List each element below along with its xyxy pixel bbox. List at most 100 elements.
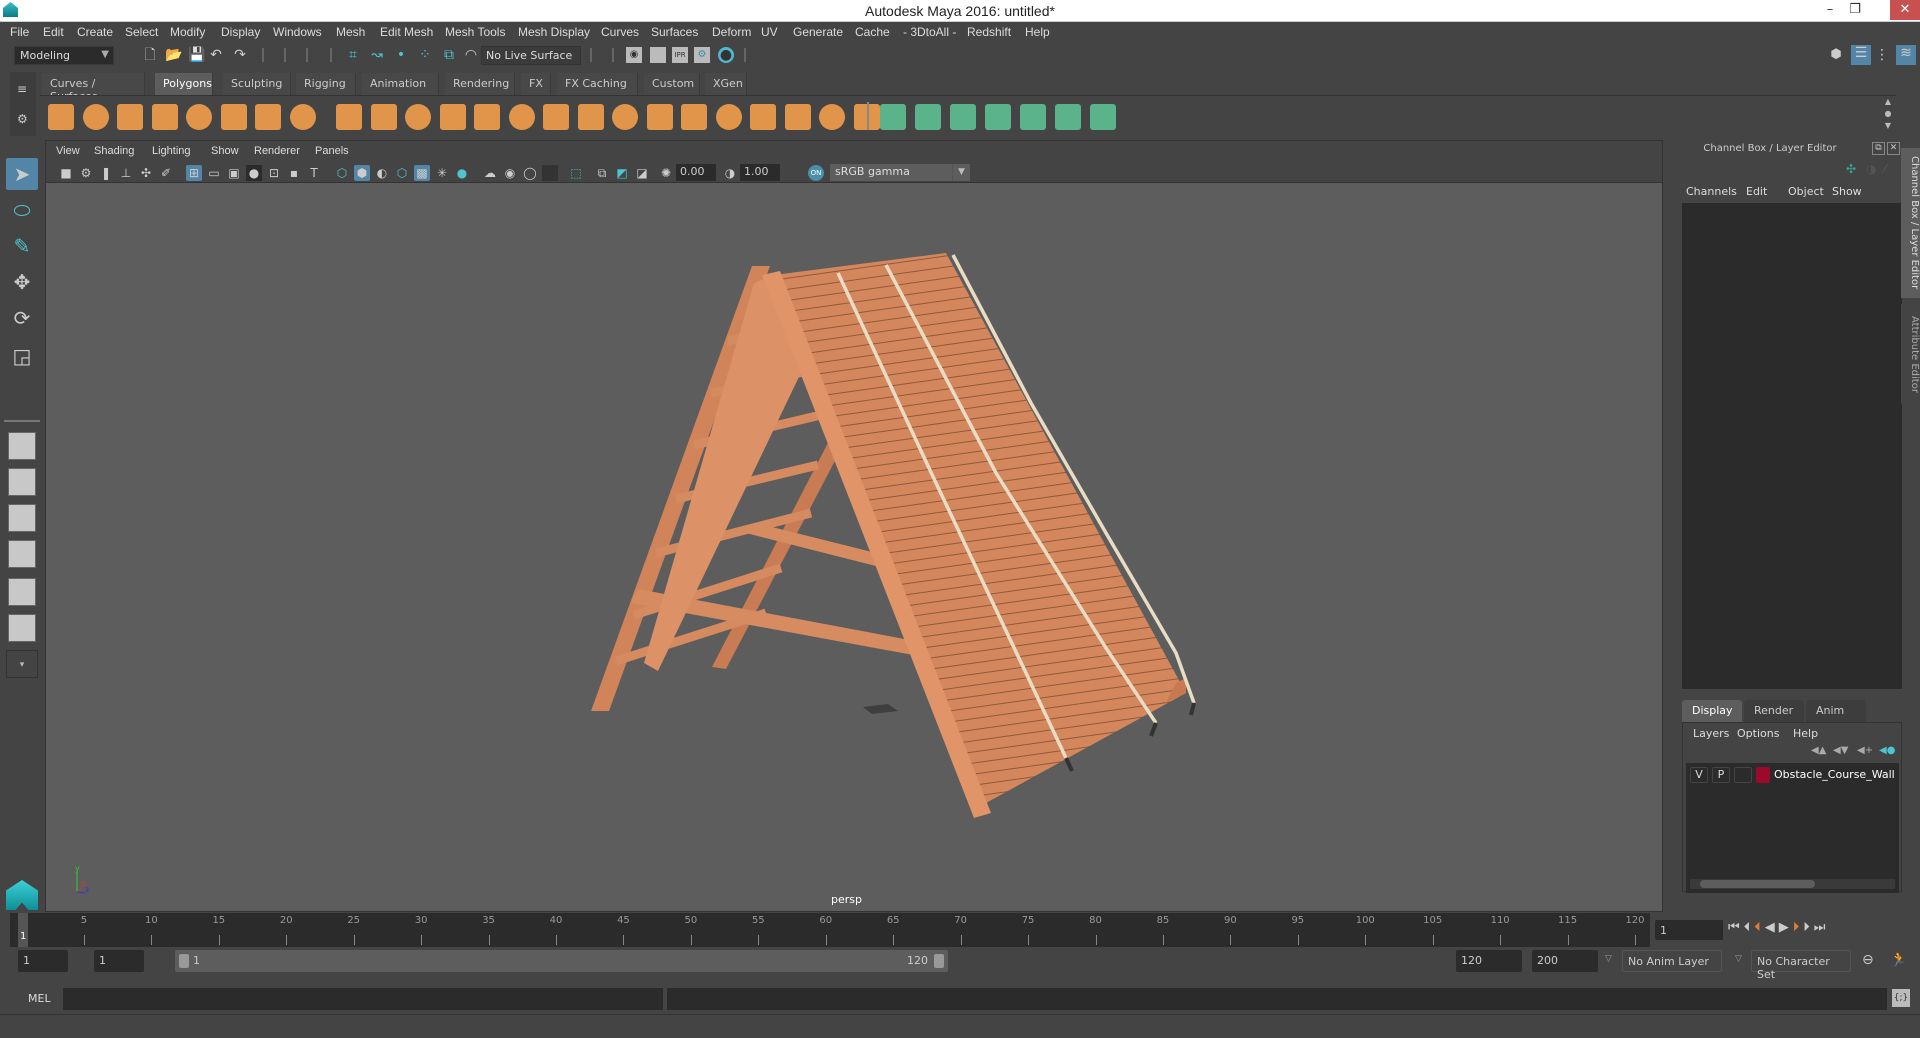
safe-title-icon[interactable]: T	[306, 165, 322, 181]
layer-visibility-toggle[interactable]: V	[1690, 767, 1708, 783]
field-chart-icon[interactable]: ⊡	[266, 165, 282, 181]
poly-plane-icon[interactable]	[186, 104, 212, 130]
tab-attribute-editor[interactable]: Attribute Editor	[1901, 304, 1920, 404]
shelf-tab-rendering[interactable]: Rendering	[445, 73, 515, 95]
outliner-persp-layout-icon[interactable]	[8, 504, 36, 532]
select-tool-icon[interactable]: ➤	[6, 158, 38, 190]
layer-row[interactable]: VP Obstacle_Course_Wall_C	[1690, 767, 1895, 785]
color-management-toggle-icon[interactable]: ON	[808, 165, 824, 181]
shelf-tab-animation[interactable]: Animation	[362, 73, 439, 95]
ipr-render-icon[interactable]: IPR	[672, 47, 688, 63]
menu-uv[interactable]: UV	[761, 25, 778, 39]
merge-icon[interactable]	[715, 104, 742, 130]
menu-set-dropdown[interactable]: Modeling ▼	[14, 46, 114, 65]
shelf-tab-sculpting[interactable]: Sculpting	[223, 73, 291, 95]
viewport-panel[interactable]: View Shading Lighting Show Renderer Panels ■ …	[45, 140, 1663, 912]
layer-color-swatch[interactable]	[1756, 767, 1770, 783]
character-set-dropdown-icon[interactable]: ▽	[1735, 954, 1742, 964]
menu-create[interactable]: Create	[77, 25, 113, 39]
tab-channel-box-layer-editor[interactable]: Channel Box / Layer Editor	[1901, 148, 1920, 298]
four-view-layout-icon[interactable]	[8, 468, 36, 496]
menu-generate[interactable]: Generate	[793, 25, 843, 39]
use-lights-icon[interactable]: ✳	[434, 165, 450, 181]
shelf-settings-icon[interactable]: ⚙	[17, 112, 28, 126]
anti-aliasing-icon[interactable]: ◯	[522, 165, 538, 181]
layer-playback-toggle[interactable]: P	[1712, 767, 1730, 783]
cylindrical-map-icon[interactable]	[915, 104, 941, 130]
shelf-scroll[interactable]: ▲ ● ▼	[1880, 96, 1896, 136]
new-layer-selected-icon[interactable]: ◀●	[1879, 745, 1895, 756]
menu-mesh[interactable]: Mesh	[336, 25, 365, 39]
play-backwards-icon[interactable]: ◀	[1765, 920, 1779, 935]
camera-attributes-icon[interactable]: ⚙	[78, 165, 94, 181]
go-to-start-icon[interactable]: ⏮	[1728, 920, 1744, 935]
poly-pipe-icon[interactable]	[289, 104, 316, 130]
auto-key-icon[interactable]: ⊖	[1862, 952, 1874, 968]
viewport-menu-panels[interactable]: Panels	[315, 145, 349, 157]
poly-cube-icon[interactable]	[82, 104, 109, 130]
step-forward-frame-icon[interactable]: ⏵	[1803, 920, 1814, 935]
step-back-frame-icon[interactable]: ⏴	[1744, 920, 1755, 935]
menu-mesh-tools[interactable]: Mesh Tools	[445, 25, 505, 39]
layer-name[interactable]: Obstacle_Course_Wall_C	[1774, 768, 1894, 781]
close-panel-icon[interactable]: ✕	[1887, 142, 1900, 155]
screen-space-ao-icon[interactable]: ☁	[482, 165, 498, 181]
move-tool-icon[interactable]: ✥	[6, 266, 38, 298]
gate-mask-icon[interactable]: ●	[246, 165, 262, 181]
layer-menu-options[interactable]: Options	[1737, 727, 1779, 740]
planar-map-icon[interactable]	[880, 104, 906, 130]
character-set-field[interactable]: No Character Set	[1751, 950, 1851, 981]
film-gate-icon[interactable]: ▭	[206, 165, 222, 181]
image-plane-icon[interactable]: ⊥	[118, 165, 134, 181]
menu-select[interactable]: Select	[125, 25, 158, 39]
manipulator-icon[interactable]: ✣	[1846, 162, 1856, 176]
separate-icon[interactable]	[370, 104, 397, 130]
shelf-tab-polygons[interactable]: Polygons	[155, 73, 213, 95]
gamma-icon[interactable]: ◑	[722, 165, 738, 181]
image-display-icon[interactable]: ◪	[634, 165, 650, 181]
script-editor-icon[interactable]: {;}	[1892, 989, 1910, 1007]
gamma-field[interactable]: 1.00	[740, 164, 780, 181]
layer-tab-display[interactable]: Display	[1682, 700, 1742, 722]
redo-icon[interactable]: ↷	[232, 47, 248, 63]
channel-box-menu-edit[interactable]: Edit	[1746, 185, 1767, 198]
spherical-map-icon[interactable]	[950, 104, 976, 130]
play-forwards-icon[interactable]: ▶	[1779, 920, 1793, 935]
exposure-icon[interactable]: ✺	[658, 165, 674, 181]
2d-pan-zoom-icon[interactable]: ✣	[138, 165, 154, 181]
poly-torus-icon[interactable]	[220, 104, 247, 130]
multi-cut-icon[interactable]	[543, 104, 569, 130]
paint-select-icon[interactable]: ✎	[6, 230, 38, 262]
command-language-label[interactable]: MEL	[28, 992, 51, 1005]
view-transform-dropdown[interactable]: sRGB gamma ▼	[830, 164, 970, 181]
wireframe-on-shaded-icon[interactable]: ◐	[374, 165, 390, 181]
start-time-field[interactable]: 1	[18, 950, 68, 972]
motion-blur-icon[interactable]: ◉	[502, 165, 518, 181]
menu-edit[interactable]: Edit	[43, 25, 64, 39]
open-scene-icon[interactable]: 📂	[165, 47, 182, 63]
mirror-icon[interactable]	[405, 104, 431, 130]
layer-menu-layers[interactable]: Layers	[1693, 727, 1729, 740]
menu-surfaces[interactable]: Surfaces	[651, 25, 698, 39]
poke-icon[interactable]	[819, 104, 845, 130]
current-frame-field[interactable]: 1	[1655, 920, 1723, 940]
combine-icon[interactable]	[336, 104, 362, 130]
anim-layer-dropdown-icon[interactable]: ▽	[1605, 954, 1612, 964]
isolate-select-icon[interactable]: ⬚	[568, 165, 584, 181]
extrude-icon[interactable]	[577, 104, 604, 130]
hypershade-icon[interactable]: ●	[718, 47, 734, 63]
viewport-menu-shading[interactable]: Shading	[94, 145, 134, 157]
menu-cache[interactable]: Cache	[855, 25, 890, 39]
textured-icon[interactable]: ▩	[414, 165, 430, 181]
make-live-icon[interactable]: ◠	[463, 47, 479, 63]
shelf-tab-fx[interactable]: FX	[521, 73, 551, 95]
automatic-map-icon[interactable]	[985, 104, 1011, 130]
snap-view-plane-icon[interactable]: ⁘	[417, 47, 433, 63]
unfold-icon[interactable]	[1090, 104, 1116, 130]
render-view-icon[interactable]: ◉	[626, 47, 642, 63]
move-layer-up-icon[interactable]: ◀▲	[1811, 745, 1826, 756]
new-scene-icon[interactable]: 🗋	[142, 47, 158, 63]
range-slider[interactable]: 1 120	[175, 950, 948, 972]
undo-icon[interactable]: ↶	[208, 47, 224, 63]
poly-sphere-icon[interactable]	[48, 104, 74, 130]
